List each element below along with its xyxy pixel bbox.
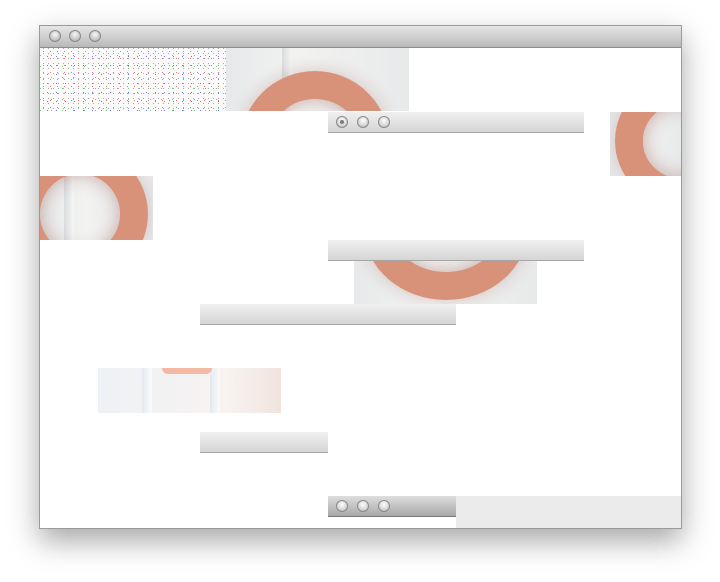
radio-button[interactable] xyxy=(357,500,369,512)
wreath-shape xyxy=(40,176,148,240)
radio-button-selected[interactable] xyxy=(336,116,348,128)
wreath-photo-tile xyxy=(98,368,281,413)
door-edge xyxy=(210,368,220,413)
sub-window-titlebar[interactable] xyxy=(200,304,456,325)
close-button[interactable] xyxy=(49,30,61,42)
sub-window-titlebar[interactable] xyxy=(328,112,584,133)
door-edge xyxy=(142,368,152,413)
minimize-button[interactable] xyxy=(69,30,81,42)
sub-window-titlebar[interactable] xyxy=(200,432,328,453)
grey-panel xyxy=(456,496,681,528)
radio-button[interactable] xyxy=(378,500,390,512)
wreath-shape xyxy=(615,112,681,176)
window-content xyxy=(40,48,681,528)
wreath-photo-tile xyxy=(610,112,681,176)
noise-tile xyxy=(40,48,226,111)
radio-button[interactable] xyxy=(378,116,390,128)
wreath-shape xyxy=(240,71,390,111)
zoom-button[interactable] xyxy=(89,30,101,42)
radio-button[interactable] xyxy=(336,500,348,512)
wreath-fragment xyxy=(162,368,212,374)
wreath-photo-tile xyxy=(40,176,153,240)
sub-window-titlebar[interactable] xyxy=(328,496,456,517)
sub-window-titlebar[interactable] xyxy=(328,240,584,261)
radio-button[interactable] xyxy=(357,116,369,128)
window-titlebar[interactable] xyxy=(40,26,681,48)
wreath-photo-tile xyxy=(226,48,409,111)
main-window xyxy=(39,25,682,529)
